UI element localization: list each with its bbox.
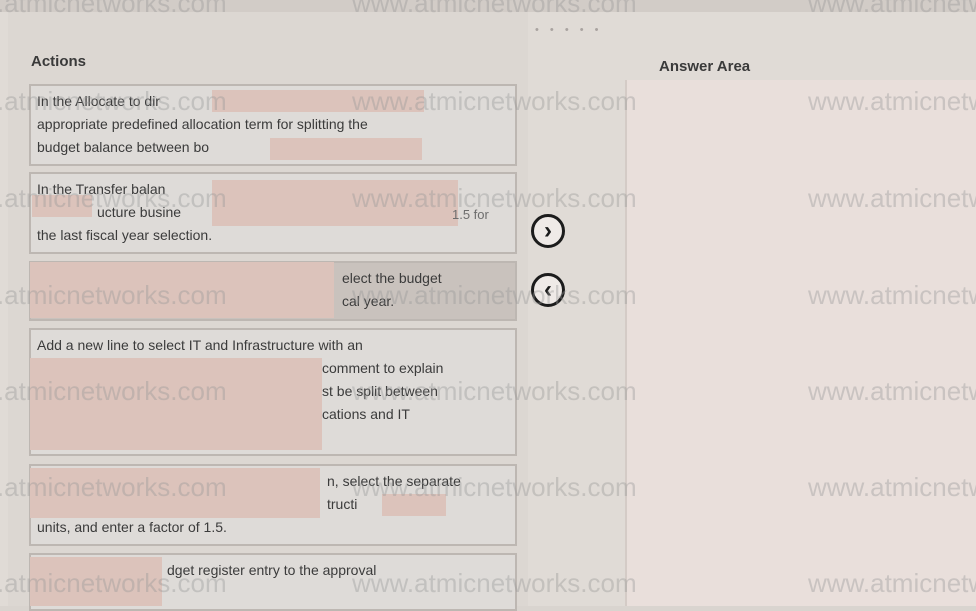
action-line: the last fiscal year selection.	[37, 227, 213, 243]
redaction-block	[30, 468, 320, 518]
redaction-block	[212, 90, 424, 112]
redaction-block	[382, 494, 446, 516]
redaction-block	[30, 262, 334, 318]
chevron-left-icon: ‹	[544, 276, 552, 303]
answer-area-dropzone[interactable]	[625, 80, 976, 606]
redaction-block	[270, 138, 422, 160]
move-left-button[interactable]: ‹	[531, 273, 565, 307]
redaction-block	[32, 195, 92, 217]
answer-area-title: Answer Area	[659, 58, 751, 75]
redaction-block	[212, 180, 458, 226]
action-line: appropriate predefined allocation term f…	[37, 116, 368, 132]
action-line: Add a new line to select IT and Infrastr…	[37, 337, 363, 353]
move-right-button[interactable]: ›	[531, 214, 565, 248]
action-line: units, and enter a factor of 1.5.	[37, 519, 227, 535]
actions-title: Actions	[31, 53, 87, 70]
chevron-right-icon: ›	[544, 217, 552, 244]
top-bar	[0, 0, 976, 12]
action-fragment: 1.5 for	[452, 207, 489, 222]
redaction-block	[30, 358, 322, 450]
action-fragment: tructi	[327, 496, 358, 512]
redaction-block	[30, 557, 162, 606]
pager-dots: • • • • •	[535, 24, 603, 36]
